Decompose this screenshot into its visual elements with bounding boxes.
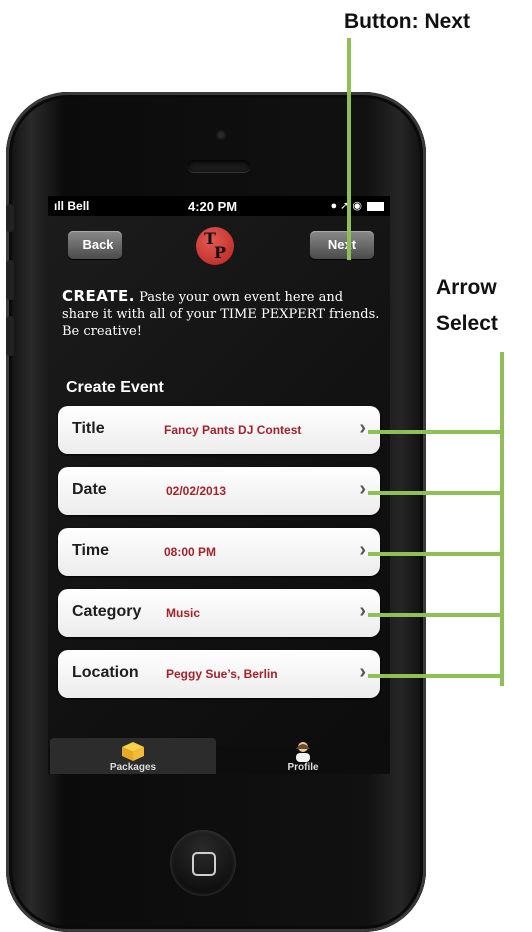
tab-profile[interactable]: Profile — [220, 738, 386, 774]
intro-text: CREATE. Paste your own event here and sh… — [62, 288, 380, 340]
row-label: Time — [72, 542, 110, 559]
row-label: Date — [72, 481, 107, 498]
chevron-right-icon[interactable]: › — [359, 600, 366, 623]
package-icon — [122, 742, 144, 761]
tab-label: Packages — [109, 762, 157, 773]
row-location[interactable]: Location Peggy Sue’s, Berlin › — [58, 650, 380, 698]
callout-arrow-line1: Arrow — [436, 276, 497, 299]
chevron-right-icon[interactable]: › — [359, 539, 366, 562]
callout-button-next: Button: Next — [344, 10, 470, 33]
row-title[interactable]: Title Fancy Pants DJ Contest › — [58, 406, 380, 454]
row-value: 02/02/2013 — [166, 484, 227, 498]
front-camera — [216, 130, 226, 140]
chevron-right-icon[interactable]: › — [359, 661, 366, 684]
alarm-icon: ◉ — [352, 200, 365, 212]
guide-line-row-time — [368, 552, 502, 556]
status-icons: ●➚◉ — [331, 199, 384, 212]
row-value: 08:00 PM — [164, 545, 217, 559]
carrier: ıll Bell — [54, 199, 89, 213]
guide-line-row-title — [368, 430, 502, 434]
row-date[interactable]: Date 02/02/2013 › — [58, 467, 380, 515]
lock-rotation-icon: ● — [330, 200, 341, 212]
callout-arrow-select: Arrow Select — [436, 270, 532, 342]
profile-icon — [296, 742, 310, 762]
next-button[interactable]: Next — [310, 231, 374, 259]
signal-icon: ıll — [54, 199, 65, 213]
guide-line-row-date — [368, 491, 502, 495]
callout-arrow-line2: Select — [436, 312, 498, 335]
app-screen: ıll Bell 4:20 PM ●➚◉ Back TP Next CREATE… — [48, 196, 390, 774]
guide-line-row-location — [368, 674, 502, 678]
guide-line-next — [347, 38, 351, 260]
carrier-name: Bell — [67, 199, 90, 213]
row-time[interactable]: Time 08:00 PM › — [58, 528, 380, 576]
back-button[interactable]: Back — [68, 231, 122, 259]
tab-label: Profile — [287, 762, 319, 773]
chevron-right-icon[interactable]: › — [359, 478, 366, 501]
row-category[interactable]: Category Music › — [58, 589, 380, 637]
chevron-right-icon[interactable]: › — [359, 417, 366, 440]
time-pexpert-logo-icon: TP — [196, 227, 234, 265]
row-label: Location — [72, 664, 139, 681]
battery-icon — [367, 201, 384, 211]
row-value: Peggy Sue’s, Berlin — [166, 667, 278, 681]
volume-down-button — [6, 316, 14, 356]
guide-line-row-category — [368, 613, 502, 617]
row-value: Music — [166, 606, 201, 620]
row-label: Category — [72, 603, 142, 620]
tab-bar: Packages Profile — [48, 738, 390, 774]
intro-lead: CREATE. — [62, 287, 135, 305]
volume-up-button — [6, 260, 14, 300]
earpiece-speaker — [188, 160, 250, 172]
tab-packages[interactable]: Packages — [50, 738, 216, 774]
section-title: Create Event — [66, 379, 164, 396]
status-bar: ıll Bell 4:20 PM ●➚◉ — [48, 196, 390, 216]
status-time: 4:20 PM — [188, 199, 238, 214]
row-value: Fancy Pants DJ Contest — [164, 423, 302, 437]
row-label: Title — [72, 420, 105, 437]
home-button[interactable] — [170, 830, 236, 896]
mute-switch — [6, 204, 14, 232]
guide-line-arrow-vertical — [500, 352, 504, 686]
